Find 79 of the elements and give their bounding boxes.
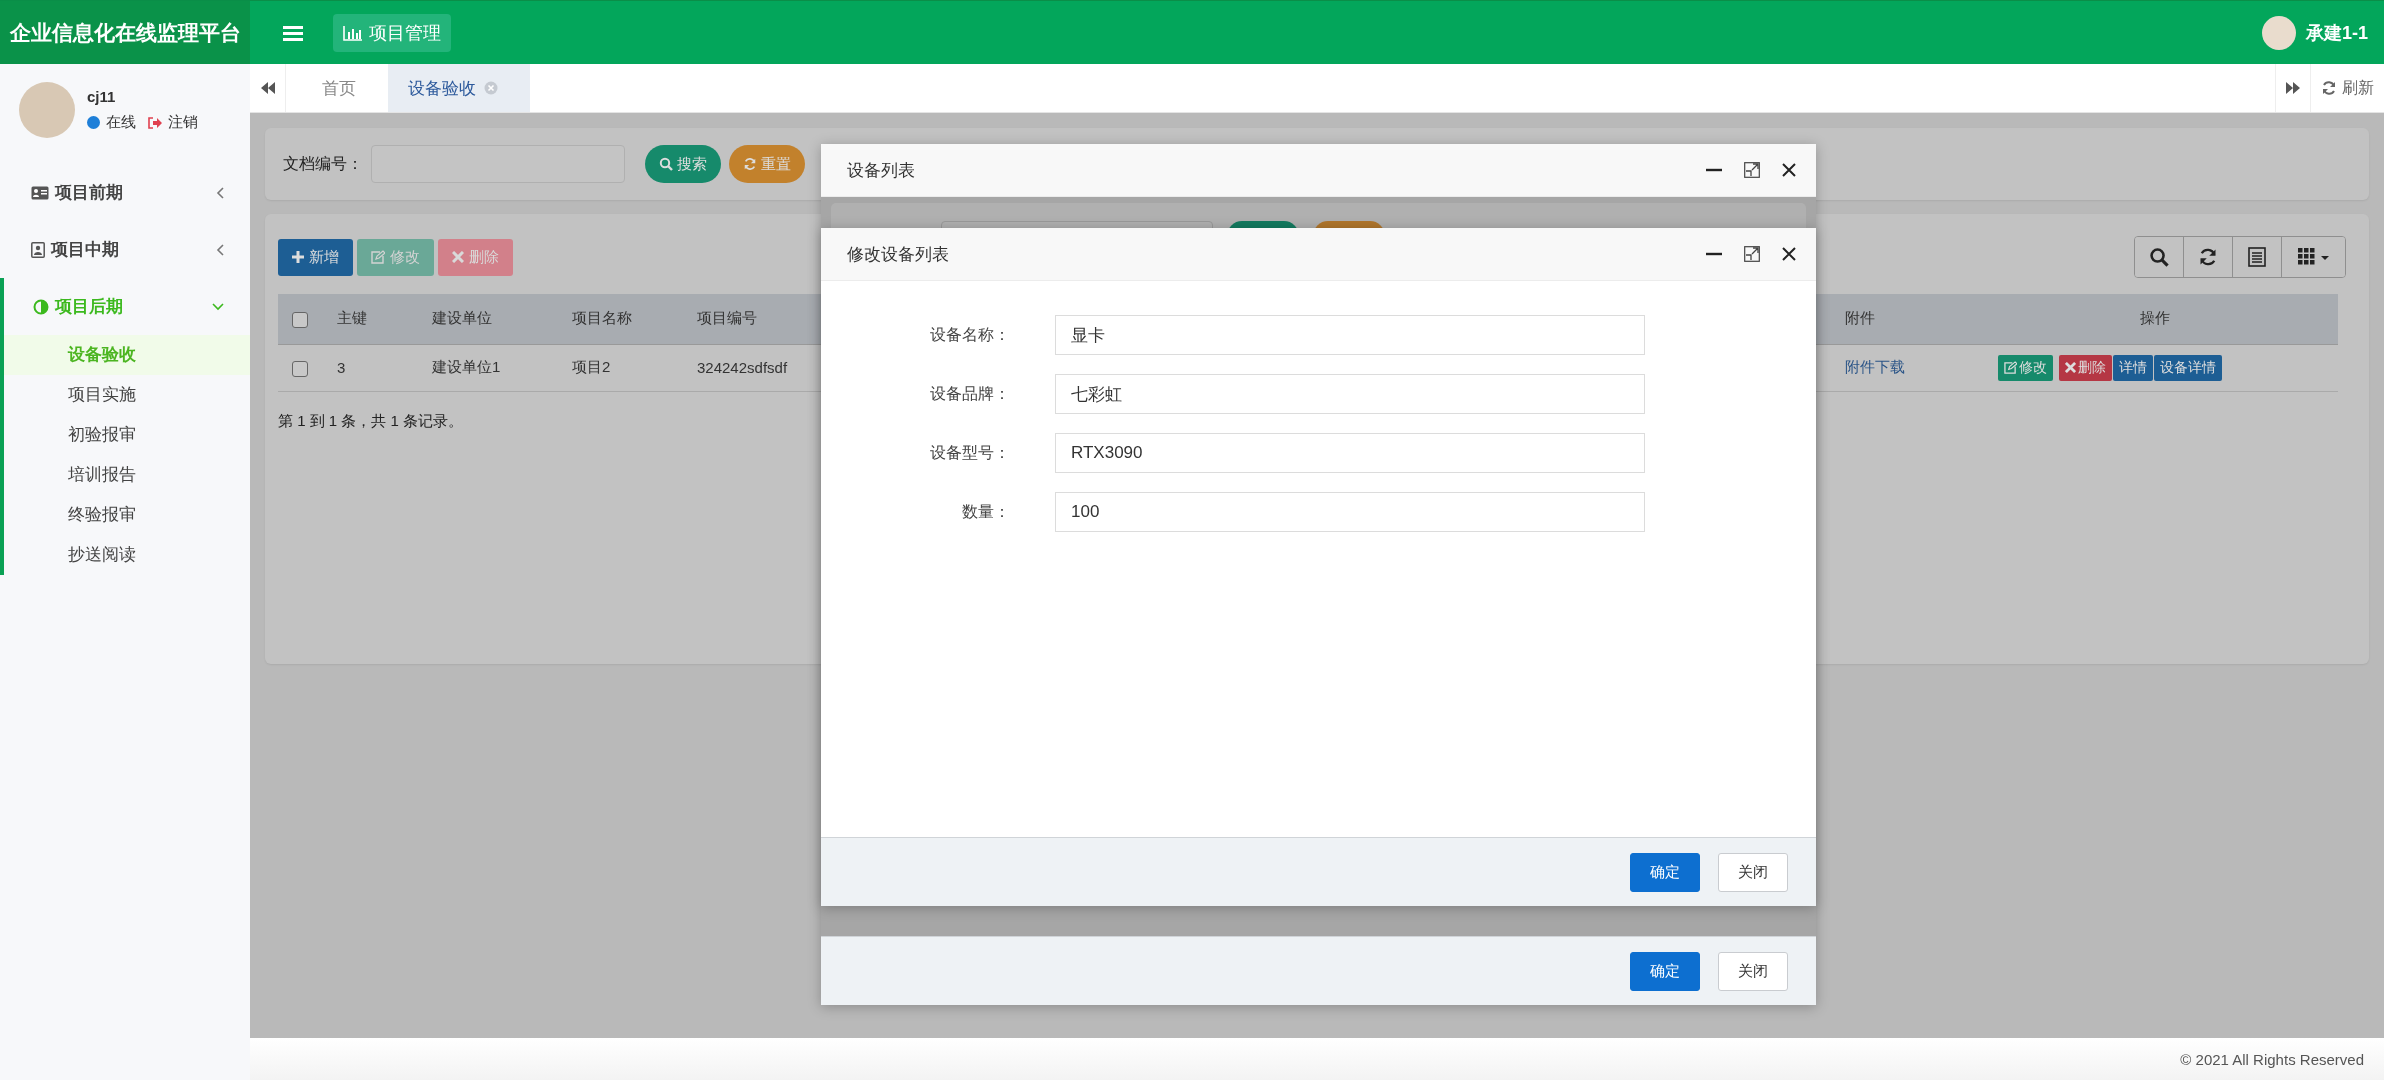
double-right-icon <box>2285 81 2301 95</box>
input-field[interactable]: RTX3090 <box>1055 433 1645 473</box>
page-tab[interactable]: 设备验收 <box>388 64 530 112</box>
app-title: 企业信息化在线监理平台 <box>0 1 250 64</box>
status-text: 在线 <box>106 113 136 132</box>
select-all-checkbox[interactable] <box>292 311 308 328</box>
portrait-icon <box>31 241 45 258</box>
refresh-icon <box>743 157 757 171</box>
sidebar-submenu-item[interactable]: 培训报告 <box>4 455 250 495</box>
input-field[interactable]: 七彩虹 <box>1055 374 1645 414</box>
row-action-button[interactable]: 修改 <box>1997 354 2053 381</box>
dialog-title: 设备列表 <box>847 159 915 182</box>
minimize-icon[interactable] <box>1706 252 1722 256</box>
column-header: 建设单位 <box>418 294 558 344</box>
sidebar-menu-item[interactable]: 项目前期 <box>4 164 250 221</box>
user-name: cj11 <box>87 88 117 105</box>
bar-chart-icon <box>343 24 363 41</box>
sidebar-menu-item[interactable]: 项目中期 <box>4 221 250 278</box>
logout-icon[interactable] <box>148 116 162 129</box>
dialog-button[interactable]: 确定 <box>1630 951 1700 991</box>
search-form-button[interactable]: 搜索 <box>645 145 721 183</box>
edit-icon <box>371 250 385 264</box>
toolbar-button[interactable]: 新增 <box>278 238 353 276</box>
column-header: 操作 <box>1971 294 2338 344</box>
input-field[interactable]: 显卡 <box>1055 315 1645 355</box>
search-icon <box>659 157 673 171</box>
row-action-button[interactable]: 删除 <box>2058 354 2112 381</box>
half-circle-icon <box>33 298 49 315</box>
cross-icon <box>2064 362 2076 373</box>
logout-link[interactable]: 注销 <box>168 113 198 132</box>
row-action-button[interactable]: 详情 <box>2112 354 2153 381</box>
menu-icon[interactable] <box>283 24 303 41</box>
table-cell: 项目2 <box>558 344 683 391</box>
column-header: 主键 <box>323 294 418 344</box>
chevron-left-icon <box>216 243 224 256</box>
sidebar-submenu-item[interactable]: 初验报审 <box>4 415 250 455</box>
id-card-icon <box>31 185 49 200</box>
field-label: 文档编号： <box>283 153 363 174</box>
close-icon[interactable] <box>1782 163 1796 177</box>
refresh-icon <box>2198 247 2218 267</box>
sidebar-submenu-item[interactable]: 抄送阅读 <box>4 535 250 575</box>
plus-icon <box>292 251 304 263</box>
column-header: 附件 <box>1831 294 1971 344</box>
column-header: 项目名称 <box>558 294 683 344</box>
search-icon <box>2149 247 2169 267</box>
cross-icon <box>452 251 464 263</box>
close-icon[interactable] <box>1782 247 1796 261</box>
maximize-icon[interactable] <box>1744 246 1760 262</box>
input-field[interactable]: 100 <box>1055 492 1645 532</box>
search-button[interactable] <box>2135 237 2184 277</box>
status-dot-icon <box>87 116 100 129</box>
sidebar-submenu-item[interactable]: 项目实施 <box>4 375 250 415</box>
dialog-title: 修改设备列表 <box>847 243 949 266</box>
row-checkbox[interactable] <box>292 360 308 377</box>
pagination-info: 第 1 到 1 条，共 1 条记录。 <box>278 411 465 431</box>
attachment-download-link[interactable]: 附件下载 <box>1845 358 1905 375</box>
table-cell: 3 <box>323 344 418 391</box>
field-label: 数量： <box>961 501 1011 522</box>
user-avatar <box>19 82 75 138</box>
edit-icon <box>2003 361 2017 374</box>
list-icon <box>2248 247 2266 267</box>
dialog-button[interactable]: 确定 <box>1630 852 1700 892</box>
page-tab[interactable]: 首页 <box>286 64 388 112</box>
table-cell: 建设单位1 <box>418 344 558 391</box>
dialog-button[interactable]: 关闭 <box>1718 852 1788 892</box>
copyright-text: © 2021 All Rights Reserved <box>2180 1050 2364 1068</box>
refresh-icon <box>2321 80 2337 96</box>
sidebar-submenu-item[interactable]: 终验报审 <box>4 495 250 535</box>
minimize-icon[interactable] <box>1706 168 1722 172</box>
maximize-icon[interactable] <box>1744 162 1760 178</box>
field-label: 设备型号： <box>929 442 1011 463</box>
chevron-down-icon <box>212 302 224 311</box>
dialog-button[interactable]: 关闭 <box>1718 951 1788 991</box>
grid-dropdown-icon <box>2297 248 2330 266</box>
row-action-button[interactable]: 设备详情 <box>2153 354 2222 381</box>
double-left-icon <box>259 81 276 95</box>
chevron-left-icon <box>216 186 224 199</box>
user-name[interactable]: 承建1-1 <box>2306 20 2368 45</box>
scroll-right-button[interactable] <box>2275 64 2311 112</box>
